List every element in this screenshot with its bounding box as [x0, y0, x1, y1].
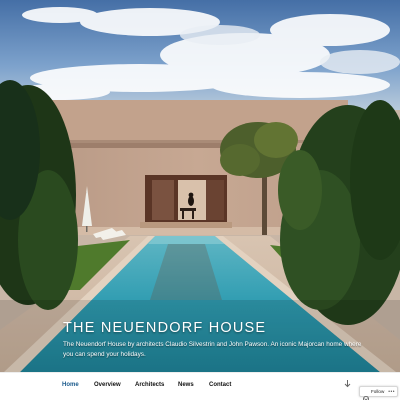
nav-item-architects[interactable]: Architects: [135, 382, 164, 388]
nav-item-home[interactable]: Home: [62, 382, 79, 388]
site-title[interactable]: THE NEUENDORF HOUSE: [63, 320, 266, 336]
house-photo: [0, 0, 400, 372]
main-navigation: Home Overview Architects News Contact Fo…: [0, 372, 400, 400]
chevron-down-icon[interactable]: [343, 379, 352, 391]
follow-button[interactable]: Follow •••: [359, 386, 398, 400]
header-image: THE NEUENDORF HOUSE The Neuendorf House …: [0, 0, 400, 372]
nav-item-news[interactable]: News: [178, 382, 194, 388]
nav-item-overview[interactable]: Overview: [94, 382, 121, 388]
nav-item-contact[interactable]: Contact: [209, 382, 231, 388]
follow-label: Follow: [371, 389, 385, 394]
wordpress-icon: [363, 389, 369, 400]
site-description: The Neuendorf House by architects Claudi…: [63, 341, 362, 358]
ellipsis-icon[interactable]: •••: [388, 389, 395, 395]
